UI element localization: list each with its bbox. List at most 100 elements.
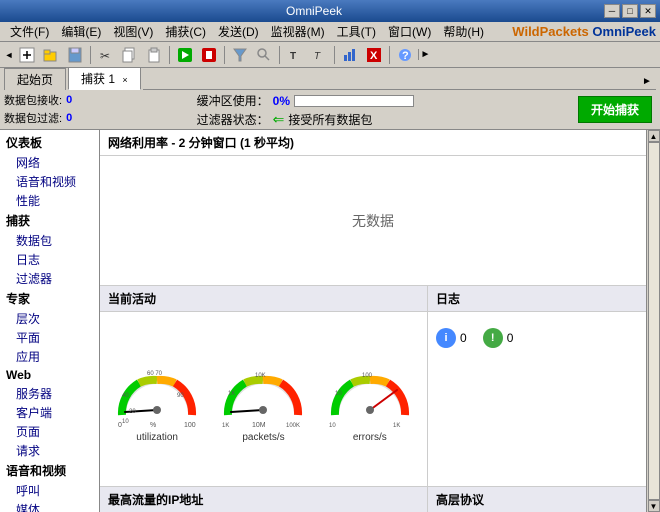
menu-file[interactable]: 文件(F) (4, 21, 55, 42)
high-layer-panel: 高层协议 (428, 486, 646, 512)
current-activity-header: 当前活动 (100, 286, 427, 312)
packets-received-label: 数据包接收: (4, 92, 62, 108)
titlebar-title: OmniPeek (24, 4, 604, 18)
menu-window[interactable]: 窗口(W) (382, 21, 437, 42)
sidebar-item-packets[interactable]: 数据包 (2, 231, 97, 250)
toolbar-btn-new[interactable] (16, 45, 38, 65)
warn-icon: ! (483, 328, 503, 348)
menu-help[interactable]: 帮助(H) (437, 21, 490, 42)
sidebar-item-server[interactable]: 服务器 (2, 384, 97, 403)
brand: WildPackets OmniPeek (512, 24, 656, 39)
toolbar-btn-search[interactable] (253, 45, 275, 65)
errors-label: errors/s (353, 432, 387, 443)
tab-arrow[interactable]: ► (642, 76, 656, 90)
svg-text:60 70: 60 70 (147, 371, 163, 377)
sidebar-item-voicevideo[interactable]: 语音和视频 (2, 172, 97, 191)
sidebar-item-call[interactable]: 呼叫 (2, 481, 97, 500)
menu-tools[interactable]: 工具(T) (331, 21, 382, 42)
toolbar-sep-3 (224, 46, 225, 64)
toolbar-btn-open[interactable] (40, 45, 62, 65)
tab-close-button[interactable]: × (122, 75, 127, 85)
close-button[interactable]: ✕ (640, 4, 656, 18)
capture-btn-container: 开始捕获 (574, 92, 656, 127)
main-area: 仪表板 网络 语音和视频 性能 捕获 数据包 日志 过滤器 专家 层次 平面 应… (0, 130, 660, 512)
sidebar-section-web: Web (2, 366, 97, 384)
toolbar-btn-start[interactable] (174, 45, 196, 65)
sidebar-item-client[interactable]: 客户端 (2, 403, 97, 422)
menu-send[interactable]: 发送(D) (212, 21, 265, 42)
buffer-progress-bar (294, 95, 414, 107)
toolbar-btn-copy[interactable] (119, 45, 141, 65)
sidebar-item-network[interactable]: 网络 (2, 153, 97, 172)
toolbar-btn-x[interactable]: X (363, 45, 385, 65)
svg-text:90: 90 (177, 393, 184, 399)
menu-capture[interactable]: 捕获(C) (159, 21, 212, 42)
tab-capture1[interactable]: 捕获 1 × (68, 67, 141, 90)
content-area: 网络利用率 - 2 分钟窗口 (1 秒平均) 无数据 当前活动 (100, 130, 646, 512)
svg-text:1K: 1K (393, 423, 400, 429)
utilization-label: utilization (136, 432, 178, 443)
toolbar-btn-filter[interactable] (229, 45, 251, 65)
toolbar-btn-help[interactable]: ? (394, 45, 416, 65)
svg-text:✂: ✂ (100, 49, 110, 63)
high-layer-header: 高层协议 (428, 487, 646, 512)
titlebar: OmniPeek ─ □ ✕ (0, 0, 660, 22)
sidebar-item-request[interactable]: 请求 (2, 441, 97, 460)
svg-text:10: 10 (329, 423, 336, 429)
chart-area: 无数据 (100, 156, 646, 286)
svg-text:10K: 10K (255, 373, 266, 379)
brand-wildpackets: WildPackets (512, 24, 588, 39)
toolbar-btn-paste[interactable] (143, 45, 165, 65)
scroll-down-btn[interactable]: ▼ (648, 500, 660, 512)
svg-text:X: X (370, 50, 378, 62)
packets-filtered-value: 0 (66, 112, 72, 124)
log-content: i 0 ! 0 (428, 312, 646, 356)
toolbar-btn-T2[interactable]: T (308, 45, 330, 65)
menu-edit[interactable]: 编辑(E) (55, 21, 107, 42)
top-ip-panel: 最高流量的IP地址 (100, 486, 428, 512)
sidebar-item-flat[interactable]: 平面 (2, 328, 97, 347)
utilization-gauge: 0 100 % 60 70 40 90 20 10 utilization (112, 355, 202, 443)
start-capture-button[interactable]: 开始捕获 (578, 96, 652, 123)
toolbar-btn-save[interactable] (64, 45, 86, 65)
toolbar-btn-cut[interactable]: ✂ (95, 45, 117, 65)
sidebar-item-page[interactable]: 页面 (2, 422, 97, 441)
sidebar-section-expert: 专家 (2, 288, 97, 309)
toolbar-btn-chart[interactable] (339, 45, 361, 65)
packets-received-value: 0 (66, 94, 72, 106)
toolbar-sep-4 (279, 46, 280, 64)
svg-text:?: ? (402, 50, 409, 62)
tab-home[interactable]: 起始页 (4, 68, 66, 90)
sidebar-section-dashboard: 仪表板 (2, 132, 97, 153)
log-icons: i 0 ! 0 (436, 328, 638, 348)
statusbar: 数据包接收: 0 数据包过滤: 0 缓冲区使用： 0% 过滤器状态： ⇐ 接受所… (0, 90, 660, 130)
log-info-item: i 0 (436, 328, 467, 348)
toolbar-left-arrow[interactable]: ◄ (4, 45, 14, 65)
toolbar-right-arrow[interactable]: ► (418, 49, 432, 60)
log-warn-item: ! 0 (483, 328, 514, 348)
info-icon: i (436, 328, 456, 348)
svg-text:1K: 1K (228, 391, 235, 397)
minimize-button[interactable]: ─ (604, 4, 620, 18)
svg-text:1K: 1K (222, 423, 229, 429)
menu-monitor[interactable]: 监视器(M) (265, 21, 331, 42)
scroll-up-btn[interactable]: ▲ (648, 130, 660, 142)
filter-row: 过滤器状态： ⇐ 接受所有数据包 (197, 111, 566, 128)
toolbar-btn-stop[interactable] (198, 45, 220, 65)
log-header: 日志 (428, 286, 646, 312)
sidebar-section-capture: 捕获 (2, 210, 97, 231)
sidebar-item-apps[interactable]: 应用 (2, 347, 97, 366)
sidebar-item-performance[interactable]: 性能 (2, 191, 97, 210)
sidebar-item-layers[interactable]: 层次 (2, 309, 97, 328)
maximize-button[interactable]: □ (622, 4, 638, 18)
sidebar-item-log[interactable]: 日志 (2, 250, 97, 269)
toolbar: ◄ ✂ T T X ? ► (0, 42, 660, 68)
svg-text:%: % (150, 422, 156, 429)
toolbar-btn-T1[interactable]: T (284, 45, 306, 65)
bottom-panels: 当前活动 (100, 286, 646, 486)
sidebar-item-media[interactable]: 媒体 (2, 500, 97, 512)
no-data-label: 无数据 (352, 211, 394, 231)
sidebar-item-filter[interactable]: 过滤器 (2, 269, 97, 288)
gauges-container: 0 100 % 60 70 40 90 20 10 utilization (100, 312, 427, 486)
menu-view[interactable]: 视图(V) (107, 21, 159, 42)
